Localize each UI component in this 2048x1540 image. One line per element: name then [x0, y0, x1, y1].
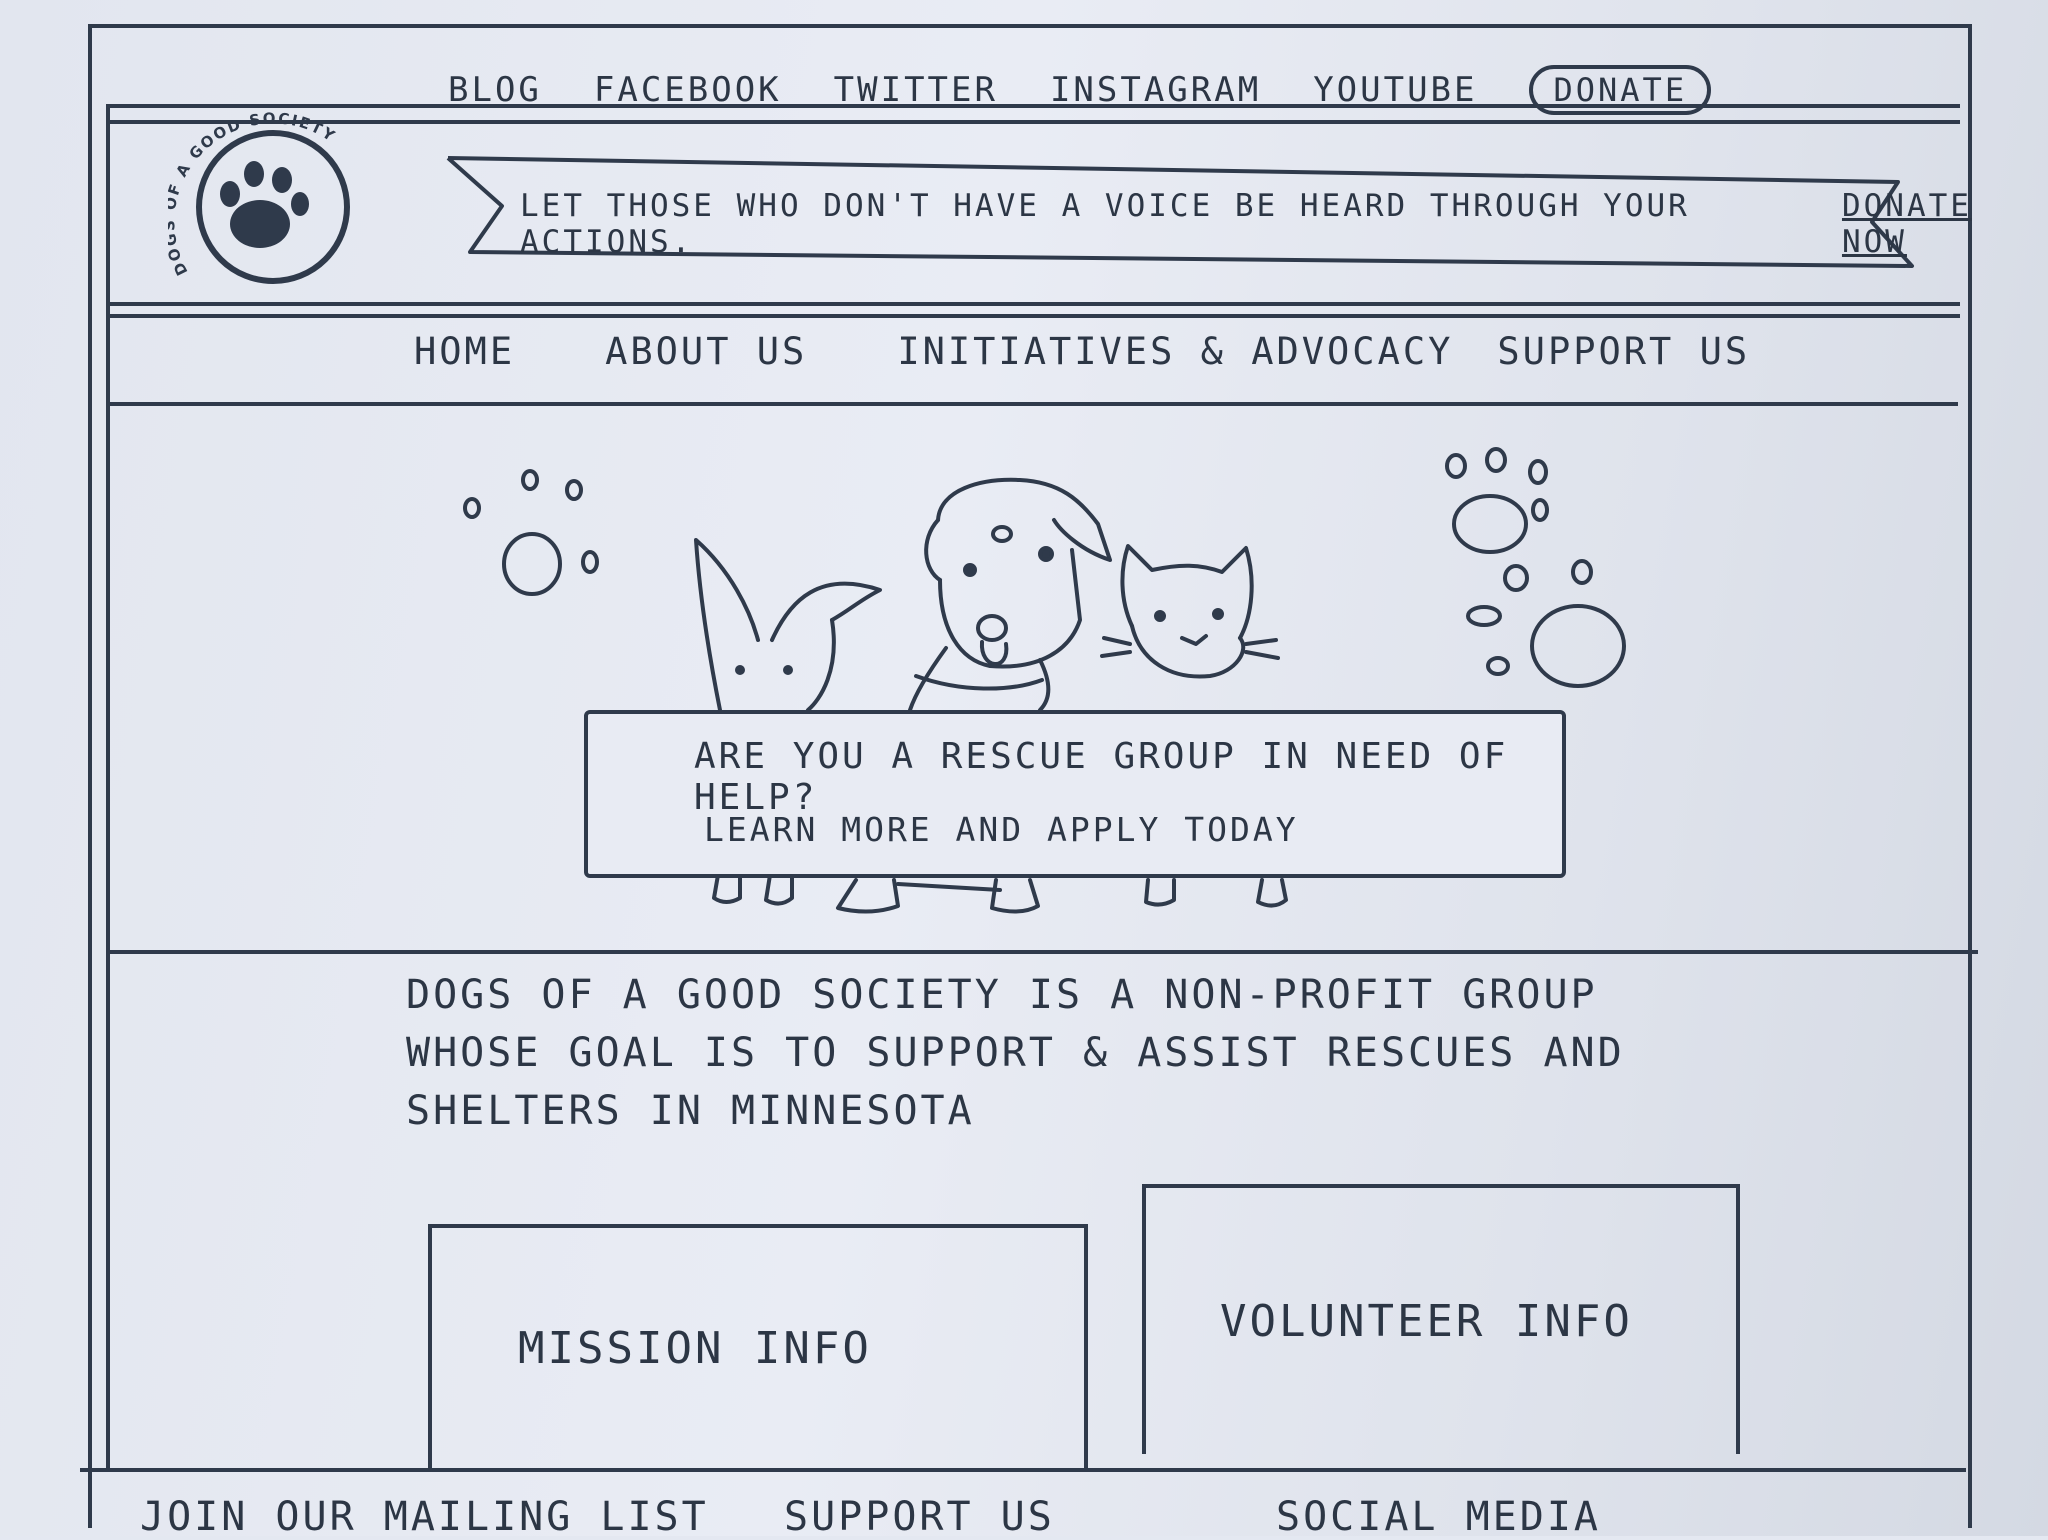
logo[interactable]: DOGS OF A GOOD SOCIETY: [160, 109, 378, 292]
inner-left-border: [106, 104, 110, 1468]
rabbit-icon: [694, 538, 882, 712]
main-nav: HOME ABOUT US INITIATIVES & ADVOCACY SUP…: [414, 330, 1840, 373]
animal-paws: [712, 873, 1288, 914]
topbar-link-twitter[interactable]: TWITTER: [834, 70, 998, 110]
hero-question: ARE YOU A RESCUE GROUP IN NEED OF HELP?: [694, 736, 1509, 818]
hero-card[interactable]: ARE YOU A RESCUE GROUP IN NEED OF HELP? …: [584, 710, 1566, 878]
cat-icon: [1100, 544, 1280, 679]
nav-item-about-us[interactable]: ABOUT US: [605, 330, 807, 373]
top-bar: BLOG FACEBOOK TWITTER INSTAGRAM YOUTUBE …: [448, 60, 1712, 120]
banner-text: LET THOSE WHO DON'T HAVE A VOICE BE HEAR…: [520, 188, 1690, 260]
volunteer-info-label: VOLUNTEER INFO: [1220, 1295, 1633, 1347]
topbar-link-blog[interactable]: BLOG: [448, 70, 542, 110]
footer-support-us[interactable]: SUPPORT US: [784, 1494, 1055, 1540]
apply-today-link[interactable]: LEARN MORE AND APPLY TODAY: [704, 810, 1299, 849]
footer-divider: [80, 1468, 1966, 1472]
header-divider-inner: [108, 314, 1960, 318]
nav-divider: [108, 402, 1958, 406]
mission-info-label: MISSION INFO: [518, 1322, 872, 1374]
nav-item-initiatives[interactable]: INITIATIVES & ADVOCACY: [897, 330, 1453, 373]
footer-social-media[interactable]: SOCIAL MEDIA: [1276, 1494, 1601, 1540]
wireframe-sheet: BLOG FACEBOOK TWITTER INSTAGRAM YOUTUBE …: [0, 0, 2048, 1540]
nav-item-support-us[interactable]: SUPPORT US: [1497, 330, 1750, 373]
hero-divider: [108, 950, 1978, 954]
topbar-link-facebook[interactable]: FACEBOOK: [594, 70, 782, 110]
topbar-divider-inner: [108, 120, 1960, 124]
topbar-link-instagram[interactable]: INSTAGRAM: [1050, 70, 1261, 110]
volunteer-info-box[interactable]: VOLUNTEER INFO: [1142, 1184, 1740, 1454]
mission-info-box[interactable]: MISSION INFO: [428, 1224, 1088, 1468]
about-text: DOGS OF A GOOD SOCIETY IS A NON-PROFIT G…: [406, 972, 1625, 1134]
donate-button[interactable]: DONATE: [1529, 65, 1712, 115]
footer-mailing-list[interactable]: JOIN OUR MAILING LIST: [140, 1494, 709, 1540]
donate-now-link[interactable]: DONATE NOW: [1842, 188, 2048, 260]
topbar-link-youtube[interactable]: YOUTUBE: [1313, 70, 1477, 110]
nav-item-home[interactable]: HOME: [414, 330, 515, 373]
header-divider: [108, 302, 1960, 306]
dog-icon: [908, 477, 1112, 712]
banner-message: LET THOSE WHO DON'T HAVE A VOICE BE HEAR…: [520, 188, 2048, 260]
paw-icon: DOGS OF A GOOD SOCIETY: [160, 109, 350, 284]
